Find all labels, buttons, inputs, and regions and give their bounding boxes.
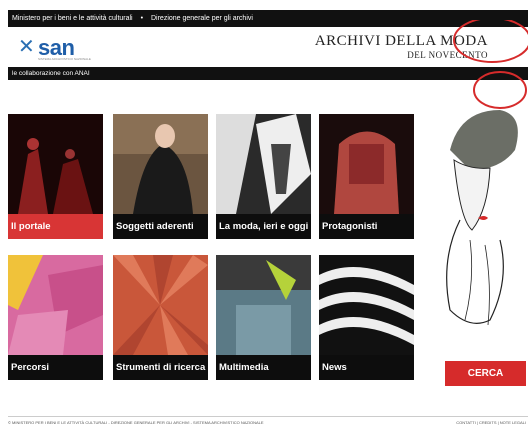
tile-image: [8, 114, 103, 214]
tile-protagonisti[interactable]: Protagonisti: [319, 114, 414, 239]
direction-link[interactable]: Direzione generale per gli archivi: [151, 15, 253, 22]
tile-strumenti-di-ricerca[interactable]: Strumenti di ricerca: [113, 255, 208, 380]
tile-label: Multimedia: [216, 355, 311, 380]
collaboration-text: le collaborazione con ANAI: [12, 70, 90, 77]
tile-image: [319, 255, 414, 355]
tile-image: [216, 255, 311, 355]
tile-image: [8, 255, 103, 355]
ministry-link[interactable]: Ministero per i beni e le attività cultu…: [12, 15, 133, 22]
tile-label: Il portale: [8, 214, 103, 239]
san-logo-icon: ✕: [18, 36, 35, 58]
tile-label: La moda, ieri e oggi: [216, 214, 311, 239]
topbar-separator: •: [140, 15, 144, 22]
tile-image: [113, 255, 208, 355]
search-button[interactable]: CERCA: [445, 361, 526, 386]
san-logo-subtitle: SISTEMA ARCHIVISTICO NAZIONALE: [38, 57, 91, 61]
tile-label: News: [319, 355, 414, 380]
tile-image: [113, 114, 208, 214]
tile-il-portale[interactable]: Il portale: [8, 114, 103, 239]
tile-image: [216, 114, 311, 214]
tile-image: [319, 114, 414, 214]
tile-la-moda[interactable]: La moda, ieri e oggi: [216, 114, 311, 239]
tile-soggetti-aderenti[interactable]: Soggetti aderenti: [113, 114, 208, 239]
tile-multimedia[interactable]: Multimedia: [216, 255, 311, 380]
tile-label: Strumenti di ricerca: [113, 355, 208, 380]
tile-percorsi[interactable]: Percorsi: [8, 255, 103, 380]
tile-label: Percorsi: [8, 355, 103, 380]
footer: © MINISTERO PER I BENI E LE ATTIVITÀ CUL…: [8, 416, 528, 425]
footer-copyright: © MINISTERO PER I BENI E LE ATTIVITÀ CUL…: [8, 420, 264, 425]
san-logo[interactable]: ✕ san SISTEMA ARCHIVISTICO NAZIONALE: [16, 35, 96, 61]
tile-news[interactable]: News: [319, 255, 414, 380]
footer-links[interactable]: CONTATTI | CREDITS | NOTE LEGALI: [456, 420, 526, 425]
tile-label: Soggetti aderenti: [113, 214, 208, 239]
fashion-illustration: [446, 20, 528, 326]
tile-label: Protagonisti: [319, 214, 414, 239]
